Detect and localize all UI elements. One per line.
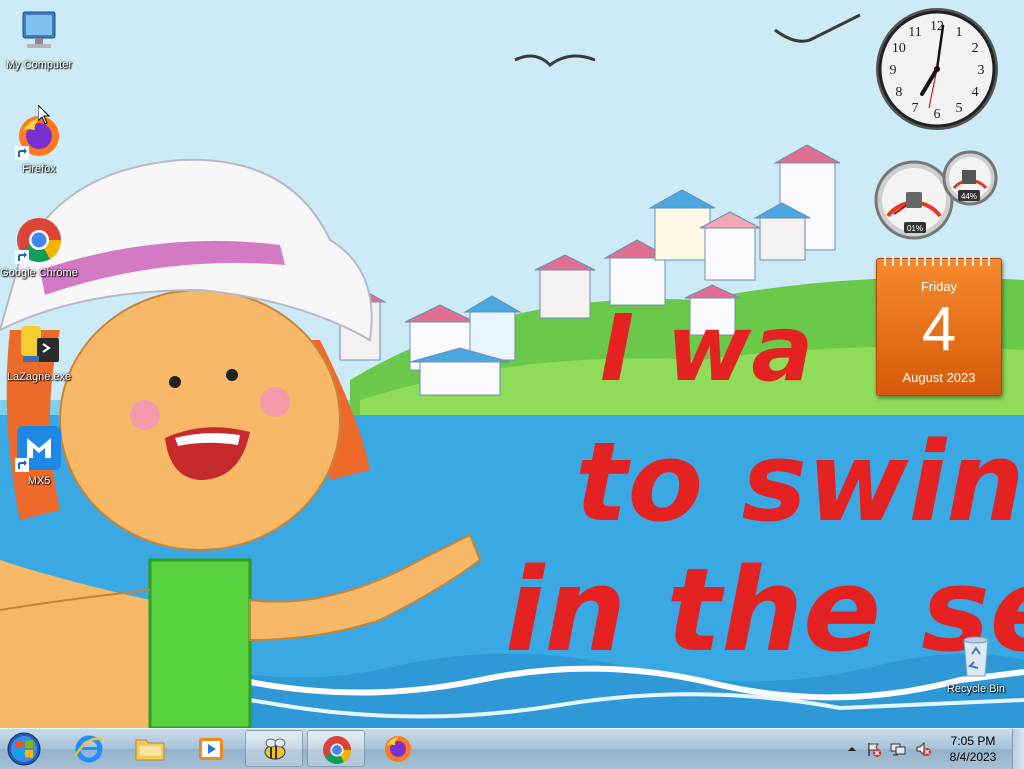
clock-numeral: 11	[908, 25, 921, 40]
desktop-icon-mx5[interactable]: MX5	[0, 424, 78, 488]
calendar-month-year: August 2023	[902, 370, 976, 385]
desktop-icon-google-chrome[interactable]: Google Chrome	[0, 216, 78, 280]
taskbar-firefox[interactable]	[369, 730, 427, 767]
cpu-usage-text: 01%	[907, 224, 923, 233]
show-desktop-button[interactable]	[1012, 729, 1024, 769]
clock-numeral: 4	[972, 85, 979, 100]
taskbar-chrome[interactable]	[307, 730, 365, 767]
ie-icon	[73, 735, 104, 763]
chrome-icon	[15, 216, 63, 264]
clock-numeral: 5	[956, 101, 963, 116]
clock-numeral: 7	[912, 101, 919, 116]
shortcut-arrow-icon	[15, 458, 29, 472]
desktop[interactable]: I wa to swin in the se My Computer Firef	[0, 0, 1024, 728]
taskbar: 7:05 PM 8/4/2023	[0, 728, 1024, 769]
clock-gadget[interactable]: 12 1234567891011	[874, 6, 1000, 132]
desktop-icon-label: My Computer	[5, 59, 73, 71]
taskbar-clock[interactable]: 7:05 PM 8/4/2023	[938, 733, 1008, 765]
desktop-icon-label: Recycle Bin	[946, 683, 1006, 695]
desktop-icon-my-computer[interactable]: My Computer	[0, 8, 78, 72]
clock-numeral: 6	[934, 107, 941, 122]
clock-numeral: 8	[895, 85, 902, 100]
clock-numeral: 3	[978, 63, 985, 78]
taskbar-time: 7:05 PM	[950, 734, 996, 748]
action-center-flag-icon[interactable]	[866, 741, 882, 757]
media-player-icon	[199, 738, 223, 760]
memory-usage-text: 44%	[961, 192, 977, 201]
wallpaper-text-1: I wa	[600, 295, 813, 402]
calendar-day-number: 4	[921, 295, 957, 364]
desktop-icon-recycle-bin[interactable]: Recycle Bin	[937, 632, 1015, 696]
clock-numeral: 9	[890, 63, 897, 78]
wallpaper: I wa to swin in the se	[0, 0, 1024, 728]
bee-icon	[264, 738, 286, 760]
desktop-icon-label: Firefox	[22, 163, 56, 175]
mouse-cursor-icon	[38, 105, 50, 125]
desktop-icon-label: LaZagne.exe	[6, 371, 72, 383]
taskbar-date: 8/4/2023	[949, 750, 997, 764]
python-exe-icon	[15, 320, 63, 368]
start-orb-icon[interactable]	[4, 731, 44, 767]
clock-numeral: 10	[892, 41, 906, 56]
calendar-weekday: Friday	[920, 279, 958, 294]
recycle-bin-icon	[952, 632, 1000, 680]
desktop-icon-lazagne[interactable]: LaZagne.exe	[0, 320, 78, 384]
calendar-gadget[interactable]: Friday 4 August 2023	[876, 256, 1002, 396]
clock-numeral: 2	[972, 41, 979, 56]
desktop-icon-label: MX5	[27, 475, 51, 487]
show-hidden-icons-chevron-icon[interactable]	[844, 741, 860, 757]
volume-muted-icon[interactable]	[915, 741, 931, 757]
folder-icon	[135, 739, 165, 761]
computer-icon	[15, 8, 63, 56]
chrome-icon	[323, 736, 351, 764]
taskbar-bee-app[interactable]	[245, 730, 303, 767]
shortcut-arrow-icon	[15, 250, 29, 264]
shortcut-arrow-icon	[15, 146, 29, 160]
calendar-rings	[884, 256, 990, 266]
cpu-meter-gadget[interactable]: 01% 44%	[874, 148, 1000, 240]
network-icon[interactable]	[890, 741, 906, 757]
desktop-icon-label: Google Chrome	[0, 267, 78, 279]
firefox-icon	[385, 736, 411, 762]
taskbar-media-player[interactable]	[182, 730, 240, 767]
maxthon-icon	[15, 424, 63, 472]
taskbar-windows-explorer[interactable]	[121, 730, 179, 767]
clock-numeral: 1	[956, 25, 963, 40]
taskbar-internet-explorer[interactable]	[60, 730, 118, 767]
wallpaper-text-2: to swin	[575, 418, 1024, 546]
